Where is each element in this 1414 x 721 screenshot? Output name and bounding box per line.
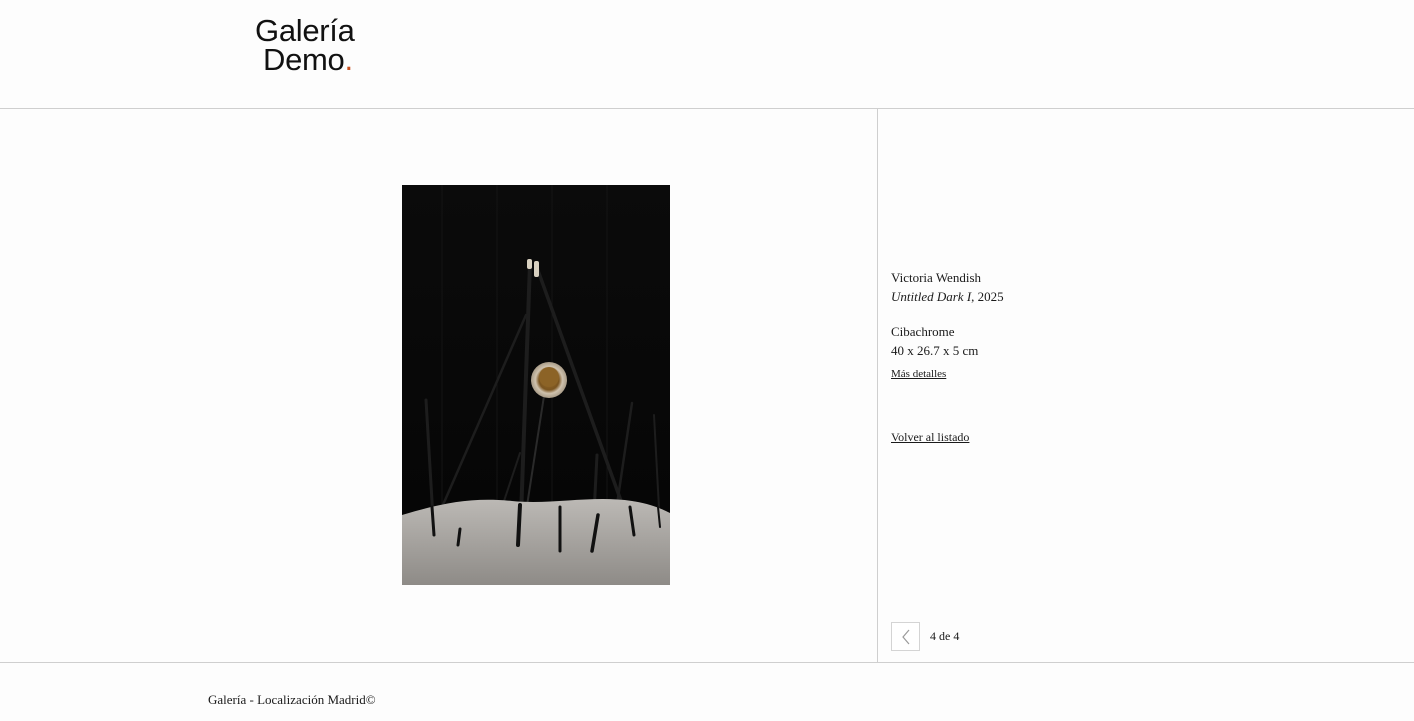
page-counter: 4 de 4 [930,629,960,643]
artwork-year: , 2025 [971,289,1004,304]
artwork-viewer [0,109,878,662]
artwork-info: Victoria Wendish Untitled Dark I, 2025 C… [891,109,1391,662]
artwork-medium: Cibachrome [891,324,955,339]
logo-word: Demo [263,42,345,77]
pagination: 4 de 4 [891,622,959,651]
more-details-link[interactable]: Más detalles [891,368,946,380]
site-footer: Galería - Localización Madrid© [208,692,376,708]
logo-line-2: Demo. [263,42,355,77]
logo-dot: . [344,42,354,77]
main-content: Victoria Wendish Untitled Dark I, 2025 C… [0,109,1414,663]
artwork-title-line: Untitled Dark I, 2025 [891,287,1004,306]
previous-button[interactable] [891,622,920,651]
chevron-left-icon [901,629,909,644]
artwork-dimensions: 40 x 26.7 x 5 cm [891,343,979,358]
site-logo[interactable]: Galería Demo. [255,13,355,77]
logo-line-1: Galería [255,13,355,48]
artwork-title: Untitled Dark I [891,289,972,304]
site-header: Galería Demo. [0,0,1414,109]
footer-text: Galería - Localización Madrid© [208,692,376,707]
artwork-image[interactable] [402,185,670,585]
artist-name: Victoria Wendish [891,270,981,285]
back-to-list-link[interactable]: Volver al listado [891,430,969,445]
